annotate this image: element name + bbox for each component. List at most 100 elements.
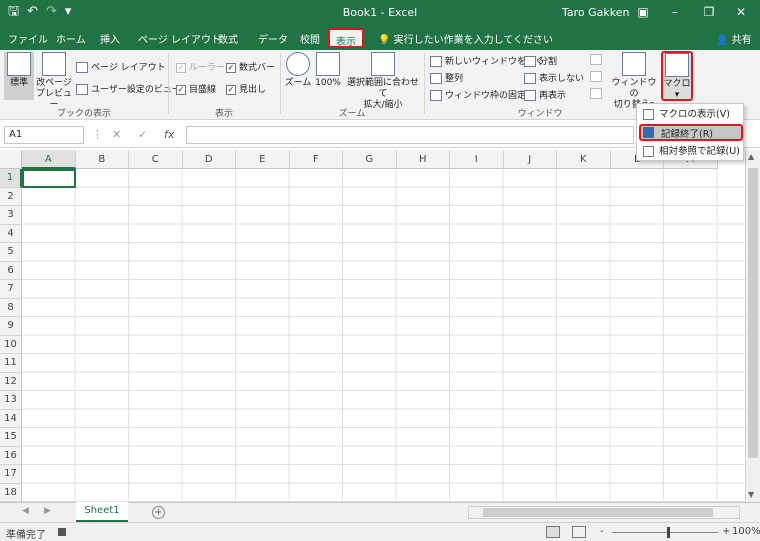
arrange-all-button[interactable]: 整列 [430,71,463,84]
zoom-level[interactable]: 100% [732,526,760,537]
row-header[interactable]: 6 [0,261,22,280]
menu-item-relative-reference[interactable]: 相対参照で記録(U) [639,143,743,160]
column-header[interactable]: D [182,150,236,169]
row-header[interactable]: 9 [0,317,22,336]
relative-reference-label: 相対参照で記録(U) [659,146,740,157]
select-all-corner[interactable] [0,150,22,169]
switch-windows-button[interactable]: ウィンドウの 切り替え▾ [610,52,658,110]
column-header[interactable]: A [22,150,76,169]
zoom-out-icon[interactable]: - [600,526,604,537]
restore-icon[interactable]: ❐ [698,3,720,21]
active-cell[interactable] [22,169,76,188]
share-label: 共有 [731,35,752,46]
row-header[interactable]: 15 [0,428,22,447]
column-header[interactable]: F [289,150,343,169]
custom-views-button[interactable]: ユーザー設定のビュー [76,82,181,95]
scroll-up-icon[interactable]: ▲ [748,152,754,161]
sheet-tab-sheet1[interactable]: Sheet1 [76,502,128,522]
ruler-checkbox[interactable]: ✓ ルーラー [176,60,225,73]
formula-input[interactable] [186,126,634,144]
tab-view[interactable]: 表示 [328,28,364,48]
zoom-slider-knob[interactable] [667,527,670,538]
normal-view-icon[interactable] [546,526,560,538]
tab-home[interactable]: ホーム [56,31,86,46]
column-header[interactable]: G [343,150,397,169]
unhide-button[interactable]: 再表示 [524,88,566,101]
freeze-panes-button[interactable]: ウィンドウ枠の固定 ▾ [430,88,533,101]
row-header[interactable]: 7 [0,280,22,299]
tab-page-layout[interactable]: ページ レイアウト [138,31,221,46]
user-name[interactable]: Taro Gakken [562,6,630,19]
row-header[interactable]: 17 [0,465,22,484]
vertical-scrollbar[interactable]: ▲ ▼ [745,150,760,502]
column-header[interactable]: J [503,150,557,169]
macro-button[interactable]: マクロ ▾ [661,51,693,101]
page-layout-icon[interactable] [572,526,586,538]
row-header[interactable]: 5 [0,243,22,262]
row-header[interactable]: 11 [0,354,22,373]
row-header[interactable]: 4 [0,224,22,243]
sync-scroll-icon[interactable] [590,71,605,82]
zoom-100-button[interactable]: 100% [314,52,342,100]
name-box[interactable]: A1 [4,126,84,144]
zoom-slider[interactable] [612,532,718,533]
tell-me-box[interactable]: 💡 実行したい作業を入力してください [378,31,553,46]
share-button[interactable]: 👤 共有 [716,31,752,46]
minimize-icon[interactable]: – [664,3,686,21]
hide-button[interactable]: 表示しない [524,71,584,84]
tab-data[interactable]: データ [258,31,288,46]
column-header[interactable]: I [450,150,504,169]
group-label-book-views: ブックの表示 [56,109,111,119]
zoom-in-icon[interactable]: + [722,526,730,537]
zoom-to-selection-button[interactable]: 選択範囲に合わせて 拡大/縮小 [344,52,422,110]
normal-view-button[interactable]: 標準 [4,52,34,100]
row-header[interactable]: 3 [0,206,22,225]
zoom-100-icon [316,52,340,76]
column-header[interactable]: H [396,150,450,169]
split-button[interactable]: 分割 [524,54,557,67]
zoom-button[interactable]: ズーム [284,52,312,100]
stop-recording-icon[interactable] [58,528,66,536]
status-ready: 準備完了 [6,530,46,541]
row-header[interactable]: 16 [0,446,22,465]
row-header[interactable]: 8 [0,298,22,317]
reset-position-icon[interactable] [590,88,605,99]
ribbon-options-icon[interactable]: ▣ [632,3,654,21]
page-layout-view-button[interactable]: ページ レイアウト [76,60,166,73]
prev-sheet-icon[interactable]: ◀ [22,506,29,516]
page-break-preview-button[interactable]: 改ページ プレビュー [36,52,72,110]
menu-item-view-macros[interactable]: マクロの表示(V) [639,106,743,123]
gridlines-checkbox[interactable]: ✓ 目盛線 [176,82,216,95]
row-header[interactable]: 10 [0,335,22,354]
row-header[interactable]: 1 [0,169,22,188]
column-header[interactable]: B [75,150,129,169]
column-header[interactable]: E [236,150,290,169]
next-sheet-icon[interactable]: ▶ [44,506,51,516]
view-side-by-side-icon[interactable] [590,54,605,65]
horizontal-scrollbar[interactable] [468,506,740,519]
vertical-scroll-thumb[interactable] [748,168,758,458]
enter-icon[interactable]: ✓ [138,128,147,141]
tab-file[interactable]: ファイル [8,31,48,46]
group-label-zoom: ズーム [338,109,366,119]
add-sheet-icon[interactable]: + [152,506,165,519]
close-icon[interactable]: ✕ [730,3,752,21]
row-header[interactable]: 13 [0,391,22,410]
cancel-icon[interactable]: ✕ [112,128,121,141]
formula-bar-checkbox[interactable]: ✓ 数式バー [226,60,275,73]
row-header[interactable]: 14 [0,409,22,428]
tab-insert[interactable]: 挿入 [100,31,120,46]
insert-function-icon[interactable]: fx [164,128,174,141]
row-header[interactable]: 18 [0,483,22,502]
menu-item-stop-recording[interactable]: 記録終了(R) [639,124,743,141]
tab-formulas[interactable]: 数式 [218,31,238,46]
column-header[interactable]: C [129,150,183,169]
cell-area[interactable] [22,169,745,502]
column-header[interactable]: K [557,150,611,169]
tab-review[interactable]: 校閲 [300,31,320,46]
horizontal-scroll-thumb[interactable] [483,508,713,517]
scroll-down-icon[interactable]: ▼ [748,490,754,499]
headings-checkbox[interactable]: ✓ 見出し [226,82,266,95]
row-header[interactable]: 2 [0,187,22,206]
row-header[interactable]: 12 [0,372,22,391]
